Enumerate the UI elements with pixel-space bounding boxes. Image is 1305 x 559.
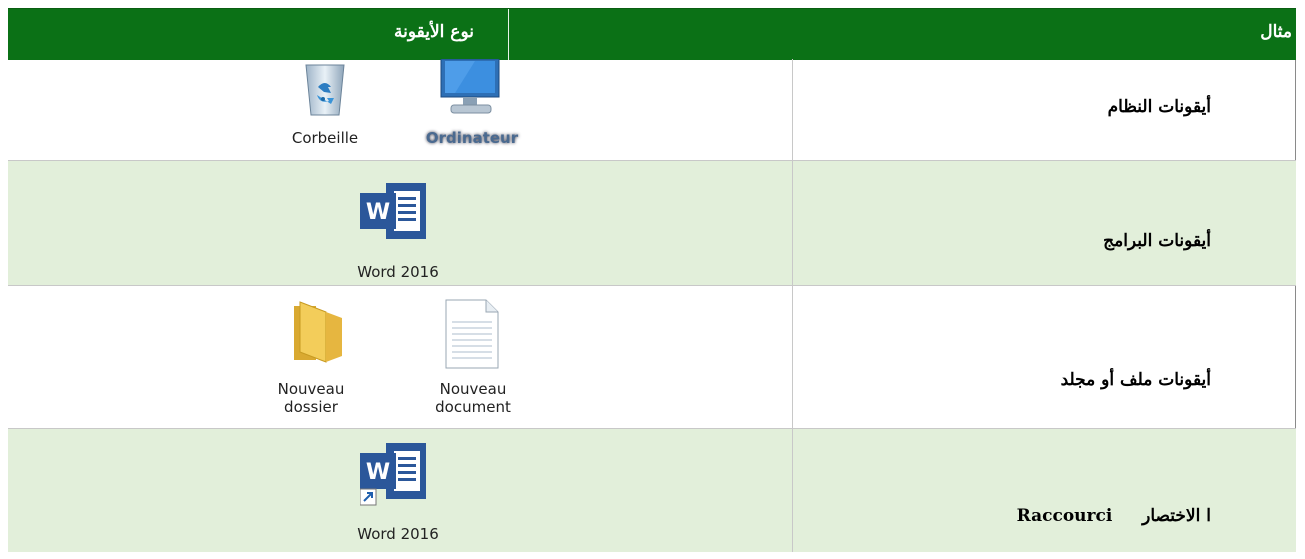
computer-icon xyxy=(435,58,505,121)
svg-text:W: W xyxy=(366,200,390,225)
word-shortcut-icon: W xyxy=(359,439,432,519)
table-row-shortcut: W Word 2016 ا الاختصار Raccourci xyxy=(8,429,1296,552)
column-separator xyxy=(792,286,793,428)
header-example: مثال xyxy=(1260,22,1292,42)
row-label-programs: أيقونات البرامج xyxy=(1103,231,1211,251)
row-label-shortcut-ar: ا الاختصار xyxy=(1142,506,1211,526)
header-icon-type: نوع الأيقونة xyxy=(394,22,474,42)
row-label-system: أيقونات النظام xyxy=(1107,97,1211,117)
folder-caption: Nouveau dossier xyxy=(277,380,345,416)
row-label-shortcut: ا الاختصار Raccourci xyxy=(1017,506,1211,526)
column-separator xyxy=(792,59,793,160)
table-header: نوع الأيقونة مثال xyxy=(8,8,1296,60)
document-icon xyxy=(436,298,506,374)
folder-icon xyxy=(286,300,360,368)
recycle-bin-icon xyxy=(300,59,350,123)
table-row-files: Nouveau dossier Nouveau document أيقونات… xyxy=(8,286,1296,428)
header-separator xyxy=(508,9,509,60)
word-shortcut-caption: Word 2016 xyxy=(357,525,439,543)
word-icon: W xyxy=(360,179,432,247)
document-caption: Nouveau document xyxy=(435,380,511,416)
word-caption: Word 2016 xyxy=(357,263,439,281)
recycle-bin-caption: Corbeille xyxy=(291,129,359,147)
column-separator xyxy=(792,161,793,285)
svg-text:W: W xyxy=(366,460,390,485)
column-separator xyxy=(792,429,793,552)
table-row-system: Corbeille Ordinateur أيقونات النظام xyxy=(8,58,1296,160)
row-label-shortcut-fr: Raccourci xyxy=(1016,506,1113,526)
icon-types-table: نوع الأيقونة مثال Corbeille Ordinateur أ… xyxy=(8,8,1296,552)
computer-caption: Ordinateur xyxy=(425,129,519,147)
row-label-files: أيقونات ملف أو مجلد xyxy=(1060,370,1211,390)
table-row-programs: W Word 2016 أيقونات البرامج xyxy=(8,161,1296,285)
